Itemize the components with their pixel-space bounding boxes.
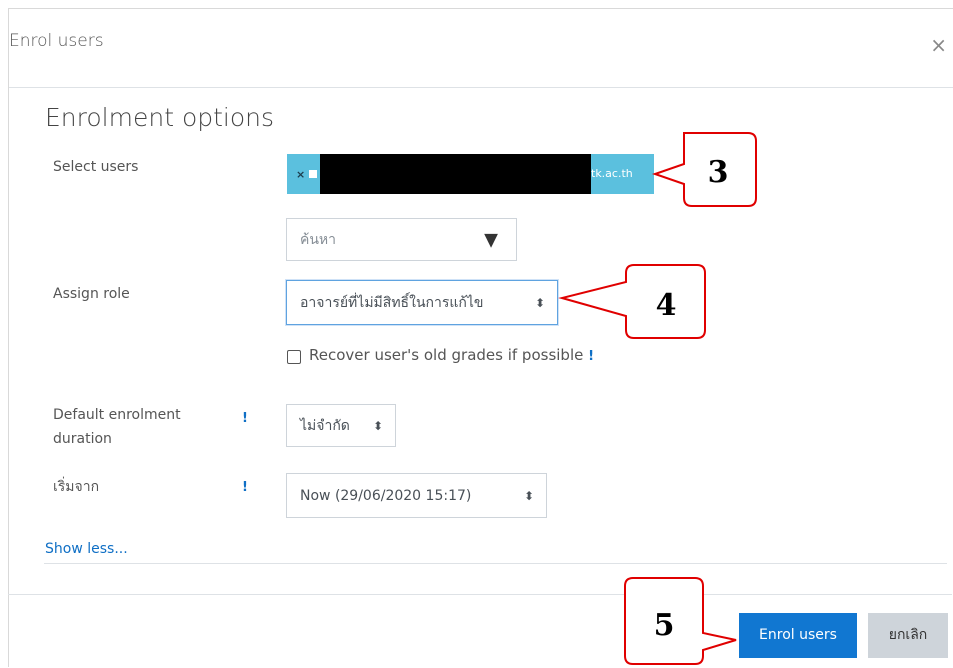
callout-4: 4	[558, 264, 706, 339]
callout-4-number: 4	[656, 288, 677, 323]
callout-5-number: 5	[654, 608, 675, 643]
callout-3: 3	[651, 132, 757, 207]
callout-5: 5	[624, 577, 737, 665]
callout-3-number: 3	[708, 155, 729, 190]
annotation-callouts: 3 4 5	[558, 132, 757, 665]
